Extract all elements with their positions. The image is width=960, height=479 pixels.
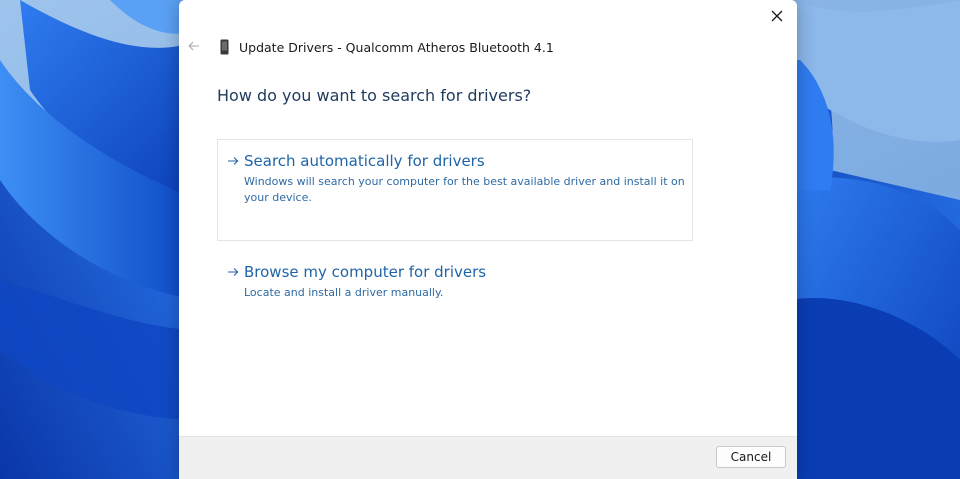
close-icon	[771, 10, 783, 22]
browse-computer-option[interactable]: Browse my computer for drivers Locate an…	[217, 250, 693, 310]
option-description: Locate and install a driver manually.	[244, 286, 444, 299]
dialog-title: Update Drivers - Qualcomm Atheros Blueto…	[239, 39, 554, 55]
dialog-title-bar: Update Drivers - Qualcomm Atheros Blueto…	[217, 36, 554, 58]
option-title: Browse my computer for drivers	[244, 263, 487, 281]
close-button[interactable]	[763, 2, 791, 30]
search-automatically-option[interactable]: Search automatically for drivers Windows…	[217, 139, 693, 241]
arrow-right-icon	[226, 154, 240, 168]
page-heading: How do you want to search for drivers?	[217, 86, 532, 105]
dialog-footer: Cancel	[179, 436, 797, 479]
option-description: Windows will search your computer for th…	[244, 175, 685, 204]
option-title: Search automatically for drivers	[244, 152, 485, 170]
update-drivers-dialog: Update Drivers - Qualcomm Atheros Blueto…	[179, 0, 797, 479]
device-icon	[217, 38, 231, 56]
cancel-button[interactable]: Cancel	[716, 446, 786, 468]
arrow-right-icon	[226, 265, 240, 279]
back-button[interactable]	[185, 36, 203, 56]
back-arrow-icon	[188, 41, 199, 51]
